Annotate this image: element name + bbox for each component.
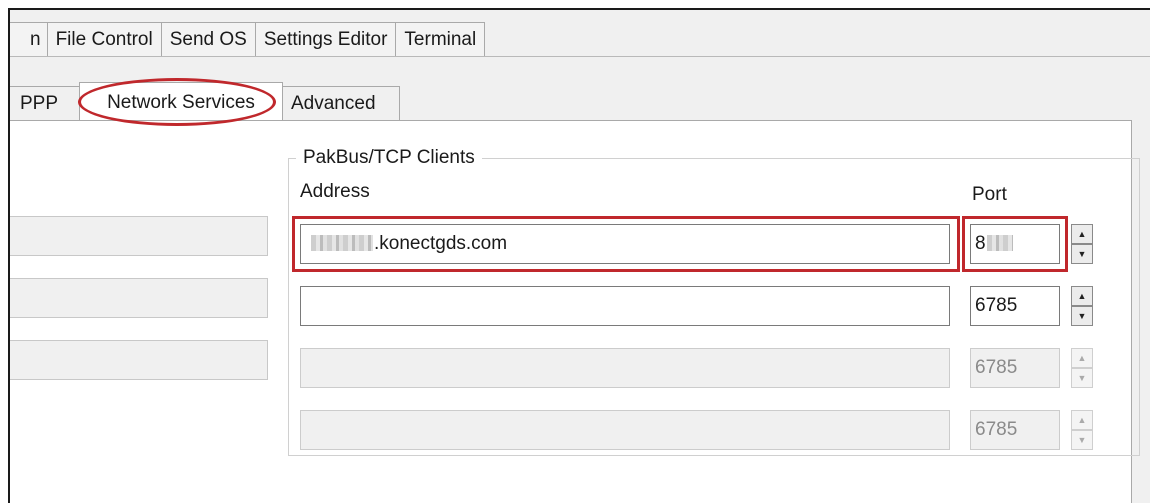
spin-down-icon[interactable]: ▼ xyxy=(1071,244,1093,264)
port-spinner-4: ▲ ▼ xyxy=(1071,410,1093,450)
spin-down-icon: ▼ xyxy=(1071,368,1093,388)
tab-network-services[interactable]: Network Services xyxy=(79,82,283,120)
tab-ppp[interactable]: PPP xyxy=(10,86,80,120)
tab-partial[interactable]: n xyxy=(10,22,48,56)
port-header: Port xyxy=(972,184,1007,205)
redacted-text xyxy=(311,235,373,251)
address-input-2[interactable] xyxy=(300,286,950,326)
spin-up-icon: ▲ xyxy=(1071,410,1093,430)
tab-advanced[interactable]: Advanced xyxy=(282,86,400,120)
group-title: PakBus/TCP Clients xyxy=(296,146,482,170)
port-input-1[interactable]: 8 xyxy=(970,224,1060,264)
spin-down-icon[interactable]: ▼ xyxy=(1071,306,1093,326)
address-value: .konectgds.com xyxy=(374,233,508,254)
port-spinner-2[interactable]: ▲ ▼ xyxy=(1071,286,1093,326)
left-field-1[interactable] xyxy=(10,216,268,256)
tab-send-os[interactable]: Send OS xyxy=(160,22,256,56)
redacted-text xyxy=(986,235,1013,251)
spin-up-icon[interactable]: ▲ xyxy=(1071,224,1093,244)
spin-up-icon: ▲ xyxy=(1071,348,1093,368)
spin-down-icon: ▼ xyxy=(1071,430,1093,450)
address-input-1[interactable]: .konectgds.com xyxy=(300,224,950,264)
port-spinner-1[interactable]: ▲ ▼ xyxy=(1071,224,1093,264)
left-field-3[interactable] xyxy=(10,340,268,380)
port-spinner-3: ▲ ▼ xyxy=(1071,348,1093,388)
address-input-3 xyxy=(300,348,950,388)
port-input-2[interactable]: 6785 xyxy=(970,286,1060,326)
left-field-2[interactable] xyxy=(10,278,268,318)
port-input-3: 6785 xyxy=(970,348,1060,388)
top-tab-bar: n File Control Send OS Settings Editor T… xyxy=(10,22,486,56)
port-value: 8 xyxy=(975,233,986,254)
address-header: Address xyxy=(300,181,370,202)
tab-file-control[interactable]: File Control xyxy=(46,22,162,56)
spin-up-icon[interactable]: ▲ xyxy=(1071,286,1093,306)
tab-settings-editor[interactable]: Settings Editor xyxy=(254,22,397,56)
port-input-4: 6785 xyxy=(970,410,1060,450)
tab-terminal[interactable]: Terminal xyxy=(395,22,486,56)
address-input-4 xyxy=(300,410,950,450)
